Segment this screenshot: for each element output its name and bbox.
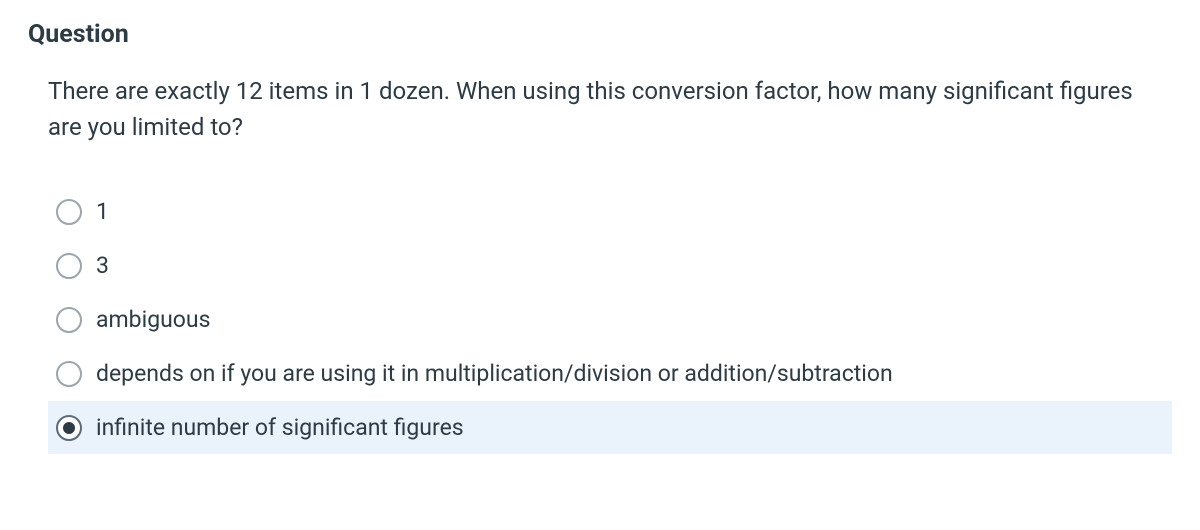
option-row-1[interactable]: 1 bbox=[48, 185, 1172, 239]
radio-dot-icon bbox=[63, 422, 75, 434]
option-label: 1 bbox=[96, 197, 109, 227]
option-row-3[interactable]: ambiguous bbox=[48, 293, 1172, 347]
question-body: There are exactly 12 items in 1 dozen. W… bbox=[28, 73, 1172, 454]
option-label: 3 bbox=[96, 251, 109, 281]
options-group: 1 3 ambiguous depends on if you are usin… bbox=[48, 185, 1172, 454]
option-label: ambiguous bbox=[96, 305, 210, 335]
radio-icon bbox=[56, 199, 82, 225]
radio-icon bbox=[56, 253, 82, 279]
radio-icon bbox=[56, 361, 82, 387]
option-label: infinite number of significant figures bbox=[96, 413, 464, 443]
option-row-5[interactable]: infinite number of significant figures bbox=[48, 401, 1172, 455]
radio-icon bbox=[56, 307, 82, 333]
option-row-4[interactable]: depends on if you are using it in multip… bbox=[48, 347, 1172, 401]
question-text: There are exactly 12 items in 1 dozen. W… bbox=[48, 73, 1172, 145]
radio-icon bbox=[56, 415, 82, 441]
option-row-2[interactable]: 3 bbox=[48, 239, 1172, 293]
question-header: Question bbox=[28, 20, 1172, 49]
option-label: depends on if you are using it in multip… bbox=[96, 359, 893, 389]
